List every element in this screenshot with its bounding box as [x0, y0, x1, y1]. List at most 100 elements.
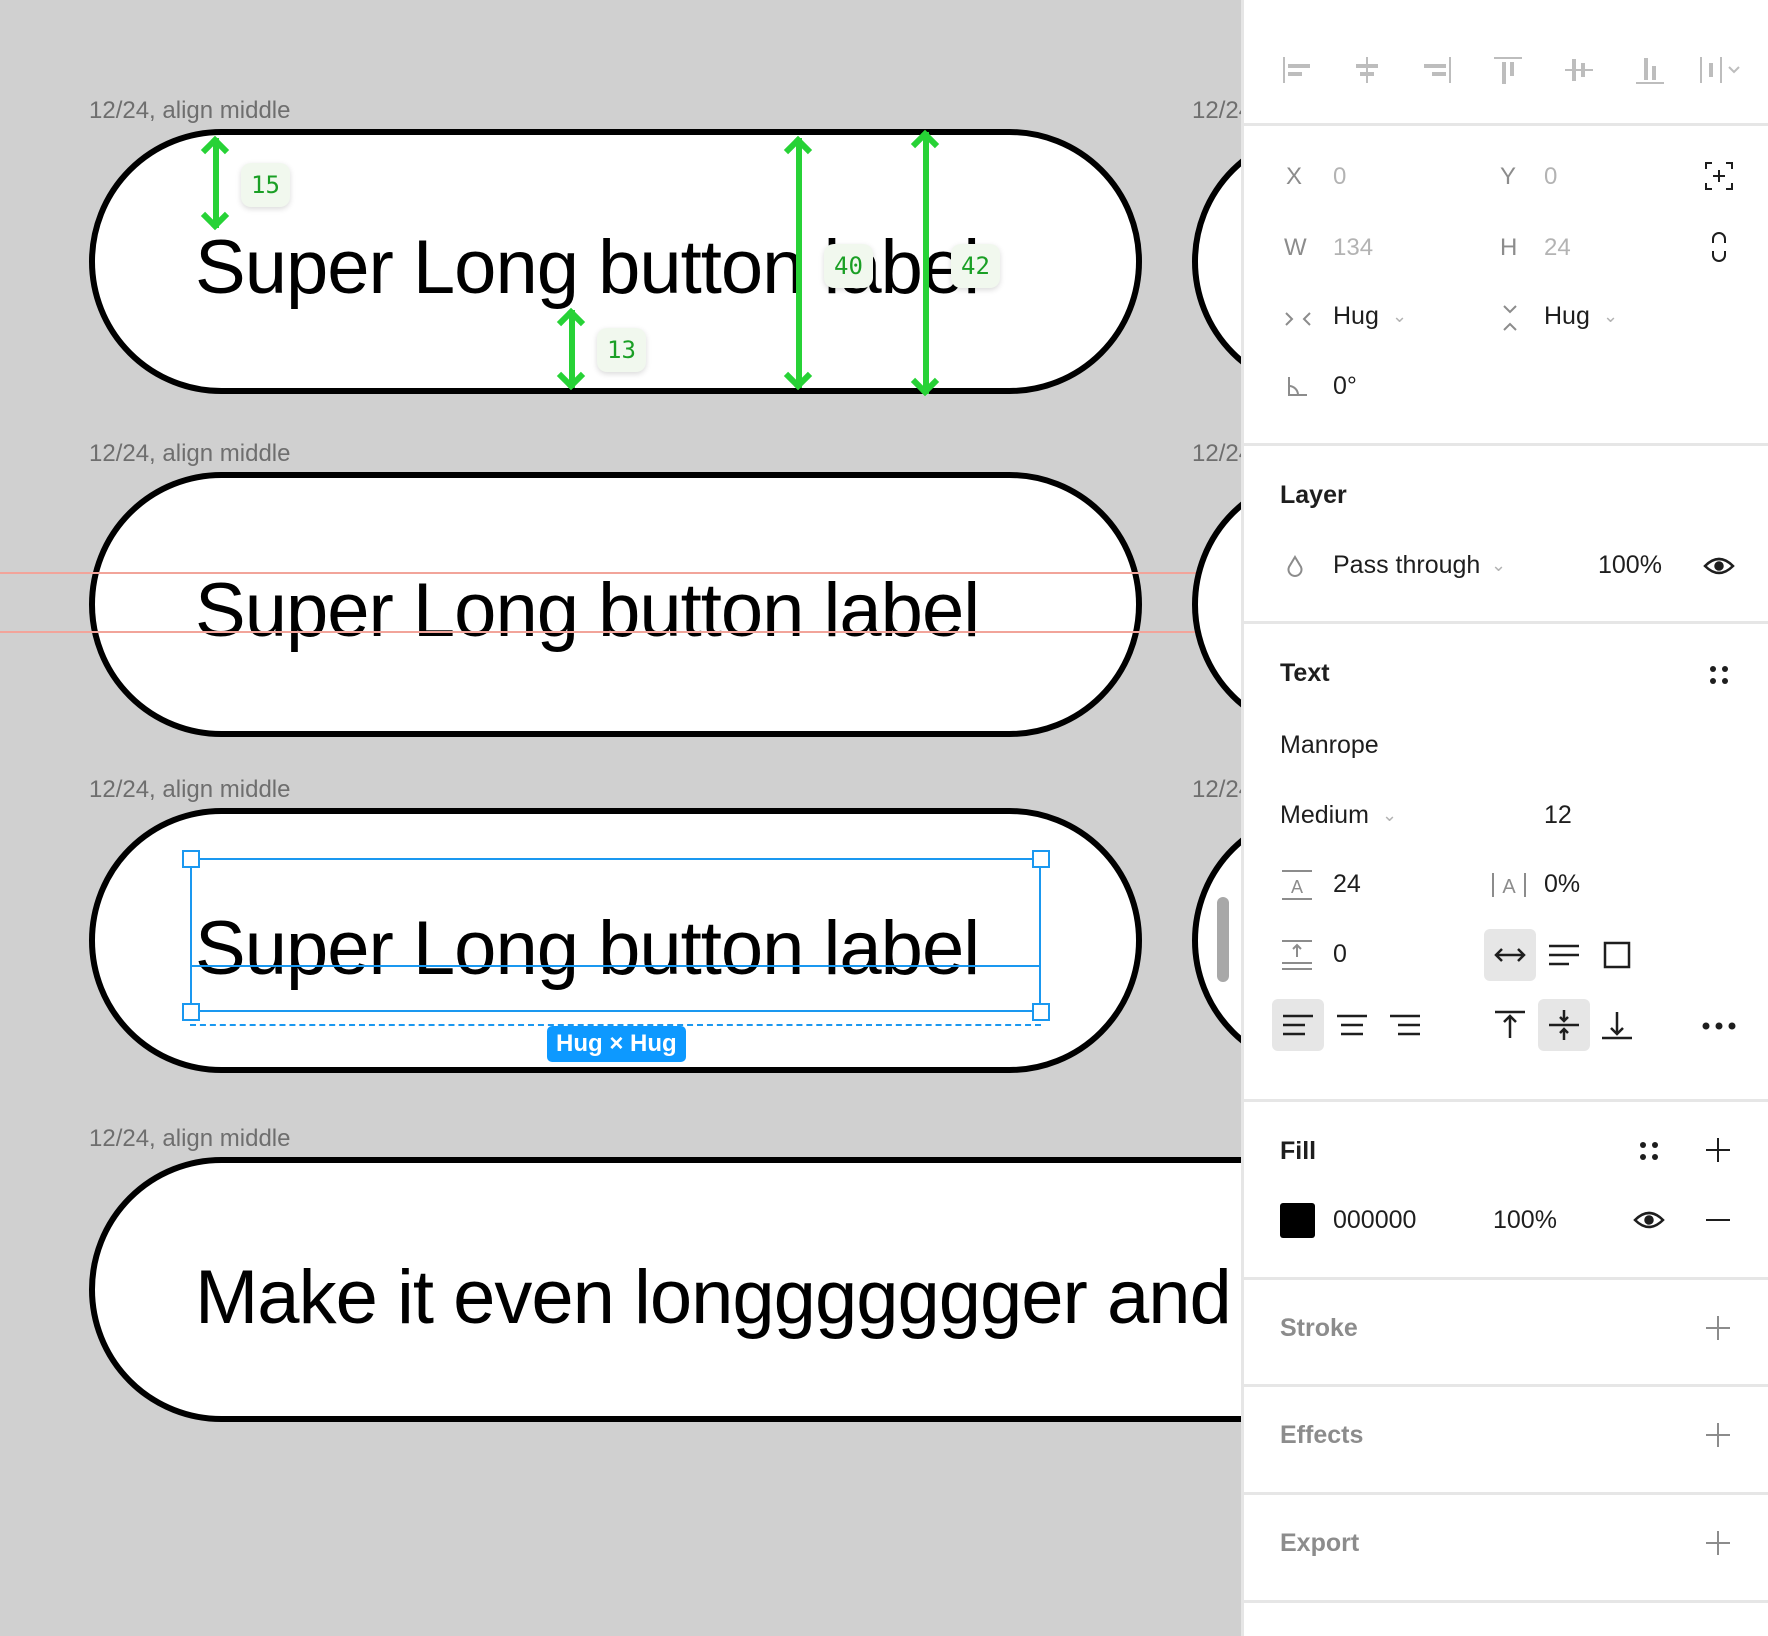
rotation-icon — [1284, 373, 1310, 399]
frame-label[interactable]: 12/24, align middle — [89, 776, 290, 804]
measure-top-padding — [213, 138, 219, 228]
effects-section: Effects — [1244, 1384, 1768, 1495]
frame-label[interactable]: 12/24, align middle — [89, 97, 290, 125]
chevron-down-icon[interactable]: ⌄ — [1603, 306, 1618, 327]
svg-text:A: A — [1291, 877, 1303, 897]
button-frame[interactable]: Super Long button label — [89, 472, 1142, 737]
measure-bottom-padding — [569, 310, 575, 388]
button-label[interactable]: Super Long button label — [195, 573, 980, 649]
constraints-icon[interactable] — [1702, 159, 1736, 193]
distribute-icon[interactable] — [1696, 50, 1750, 90]
align-right-icon[interactable] — [1418, 50, 1458, 90]
button-label[interactable]: Make it even longgggggger and longer — [195, 1260, 1241, 1336]
fill-title: Fill — [1280, 1137, 1317, 1165]
font-weight-select[interactable]: Medium — [1280, 801, 1369, 830]
add-stroke-icon[interactable] — [1703, 1313, 1733, 1343]
text-align-left-icon[interactable] — [1272, 999, 1324, 1051]
font-family-select[interactable]: Manrope — [1280, 731, 1379, 760]
vertical-resizing-icon — [1496, 301, 1524, 335]
fill-hex-input[interactable]: 000000 — [1333, 1206, 1416, 1235]
frame-label[interactable]: 12/24, align middle — [89, 1125, 290, 1153]
fill-styles-icon[interactable] — [1635, 1137, 1663, 1165]
frame-label[interactable]: 12/24, align middle — [89, 440, 290, 468]
measure-badge-top: 15 — [241, 163, 290, 207]
align-bottom-icon[interactable] — [1630, 50, 1670, 90]
fill-section: Fill 000000 100% — [1244, 1099, 1768, 1280]
fill-color-swatch[interactable] — [1280, 1203, 1315, 1238]
export-section: Export — [1244, 1492, 1768, 1603]
button-frame[interactable] — [1192, 129, 1241, 394]
font-size-input[interactable]: 12 — [1544, 801, 1572, 830]
align-horizontal-center-icon[interactable] — [1347, 50, 1387, 90]
constrain-proportions-icon[interactable] — [1706, 229, 1732, 265]
x-input[interactable]: 0 — [1333, 163, 1346, 191]
width-sizing-select[interactable]: Hug — [1333, 302, 1379, 331]
paragraph-spacing-icon — [1280, 938, 1314, 972]
button-frame[interactable]: Make it even longgggggger and longer — [89, 1157, 1241, 1422]
eye-icon[interactable] — [1631, 1205, 1667, 1235]
align-vertical-center-icon[interactable] — [1559, 50, 1599, 90]
align-top-icon[interactable] — [1488, 50, 1528, 90]
baseline-guide-top — [0, 572, 1241, 574]
width-input[interactable]: 134 — [1333, 234, 1373, 262]
chevron-down-icon[interactable]: ⌄ — [1382, 805, 1397, 826]
canvas[interactable]: 12/24, align middle Super Long button la… — [0, 0, 1241, 1636]
export-title: Export — [1280, 1529, 1360, 1557]
layer-title: Layer — [1280, 481, 1347, 509]
align-left-icon[interactable] — [1276, 50, 1316, 90]
frame-label[interactable]: 12/24, align middle — [1192, 776, 1241, 804]
layer-section: Layer Pass through ⌄ 100% — [1244, 443, 1768, 624]
chevron-down-icon[interactable]: ⌄ — [1392, 306, 1407, 327]
baseline-guide-bottom — [0, 631, 1241, 633]
y-label: Y — [1500, 163, 1517, 190]
frame-label[interactable]: 12/24, align middle — [1192, 440, 1241, 468]
selection-box[interactable] — [190, 858, 1041, 1012]
vertical-align-middle-icon[interactable] — [1538, 999, 1590, 1051]
resize-handle-bottom-left[interactable] — [182, 1003, 200, 1021]
auto-width-icon[interactable] — [1484, 929, 1536, 981]
text-title: Text — [1280, 659, 1330, 687]
x-label: X — [1286, 163, 1303, 190]
frame-label[interactable]: 12/24, align middle — [1192, 97, 1241, 125]
measure-badge-bottom: 13 — [597, 328, 646, 372]
height-sizing-select[interactable]: Hug — [1544, 302, 1590, 331]
text-section: Text Manrope Medium ⌄ 12 A 24 A 0% 0 — [1244, 621, 1768, 1102]
alignment-section — [1244, 0, 1768, 126]
eye-icon[interactable] — [1701, 551, 1737, 581]
selection-hug-outline — [190, 1010, 1041, 1026]
vertical-align-bottom-icon[interactable] — [1591, 999, 1643, 1051]
vertical-align-top-icon[interactable] — [1484, 999, 1536, 1051]
height-input[interactable]: 24 — [1544, 234, 1571, 262]
chevron-down-icon[interactable]: ⌄ — [1491, 555, 1506, 576]
text-styles-icon[interactable] — [1705, 661, 1733, 689]
line-height-icon: A — [1280, 868, 1314, 902]
add-fill-icon[interactable] — [1703, 1135, 1733, 1165]
measure-text-height — [796, 138, 802, 388]
text-align-center-icon[interactable] — [1326, 999, 1378, 1051]
rotation-input[interactable]: 0° — [1333, 372, 1357, 401]
add-effect-icon[interactable] — [1703, 1420, 1733, 1450]
resize-handle-bottom-right[interactable] — [1032, 1003, 1050, 1021]
fill-opacity-input[interactable]: 100% — [1493, 1206, 1557, 1235]
paragraph-spacing-input[interactable]: 0 — [1333, 940, 1347, 969]
auto-height-icon[interactable] — [1538, 929, 1590, 981]
resize-handle-top-right[interactable] — [1032, 850, 1050, 868]
resize-handle-top-left[interactable] — [182, 850, 200, 868]
add-export-icon[interactable] — [1703, 1528, 1733, 1558]
blend-mode-select[interactable]: Pass through — [1333, 551, 1480, 580]
fixed-size-icon[interactable] — [1591, 929, 1643, 981]
remove-fill-icon[interactable] — [1703, 1205, 1733, 1235]
button-frame[interactable] — [1192, 472, 1241, 737]
canvas-scrollbar[interactable] — [1217, 897, 1229, 982]
blend-mode-icon — [1284, 553, 1306, 579]
position-section: X 0 Y 0 W 134 H 24 Hug ⌄ Hug ⌄ 0° — [1244, 123, 1768, 446]
layer-opacity-input[interactable]: 100% — [1598, 551, 1662, 580]
line-height-input[interactable]: 24 — [1333, 870, 1361, 899]
more-options-icon[interactable] — [1697, 1011, 1741, 1041]
stroke-section: Stroke — [1244, 1277, 1768, 1387]
stroke-title: Stroke — [1280, 1314, 1358, 1342]
letter-spacing-input[interactable]: 0% — [1544, 870, 1580, 899]
w-label: W — [1284, 234, 1307, 261]
y-input[interactable]: 0 — [1544, 163, 1557, 191]
text-align-right-icon[interactable] — [1379, 999, 1431, 1051]
